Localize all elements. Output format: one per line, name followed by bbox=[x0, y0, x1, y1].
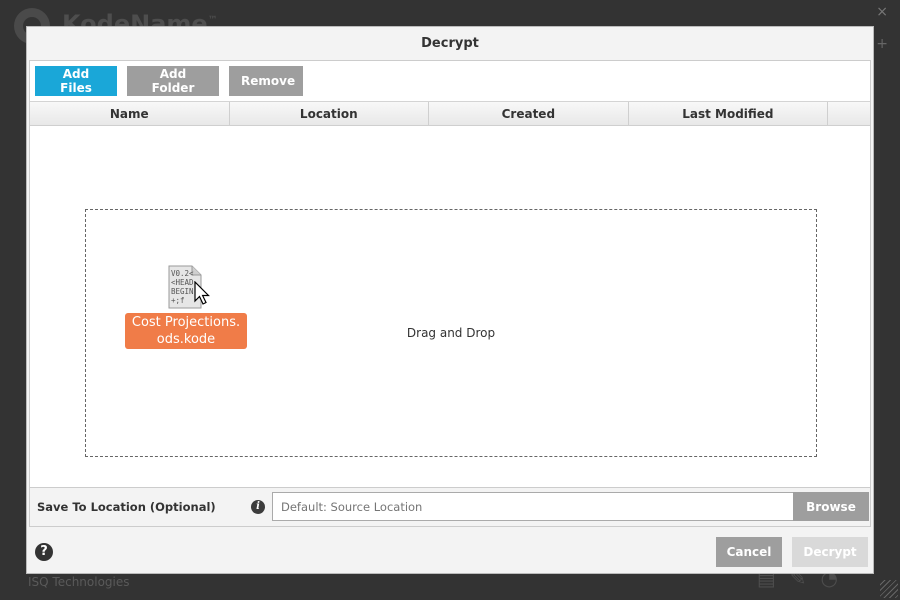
app-footer-text: ISQ Technologies bbox=[28, 575, 130, 589]
app-close-icon[interactable]: × bbox=[876, 4, 888, 20]
save-location-label: Save To Location (Optional) bbox=[37, 500, 216, 514]
toolbar: Add Files Add Folder Remove bbox=[35, 66, 303, 96]
column-header-created[interactable]: Created bbox=[429, 102, 629, 125]
add-folder-button[interactable]: Add Folder bbox=[127, 66, 219, 96]
help-icon[interactable]: ? bbox=[35, 543, 53, 561]
remove-button[interactable]: Remove bbox=[229, 66, 303, 96]
add-files-button[interactable]: Add Files bbox=[35, 66, 117, 96]
resize-grip-icon[interactable] bbox=[880, 580, 898, 598]
mouse-cursor-icon bbox=[194, 281, 210, 305]
file-list-panel: Add Files Add Folder Remove Name Locatio… bbox=[29, 60, 871, 512]
info-icon[interactable]: i bbox=[251, 500, 265, 514]
browse-button[interactable]: Browse bbox=[793, 492, 869, 521]
app-plus-icon[interactable]: + bbox=[876, 36, 888, 52]
dialog-title: Decrypt bbox=[421, 36, 479, 51]
column-header-name[interactable]: Name bbox=[30, 102, 230, 125]
file-name-line-1: Cost Projections. bbox=[131, 315, 241, 330]
dragged-file-label: Cost Projections. ods.kode bbox=[125, 313, 247, 349]
save-location-row: Save To Location (Optional) i Browse bbox=[29, 487, 871, 527]
decrypt-dialog: Decrypt Add Files Add Folder Remove Name… bbox=[26, 26, 874, 574]
column-header-location[interactable]: Location bbox=[230, 102, 430, 125]
file-name-line-2: ods.kode bbox=[156, 332, 216, 347]
decrypt-button[interactable]: Decrypt bbox=[792, 537, 868, 567]
column-header-last-modified[interactable]: Last Modified bbox=[629, 102, 829, 125]
save-location-input[interactable] bbox=[272, 492, 794, 521]
cancel-button[interactable]: Cancel bbox=[716, 537, 782, 567]
table-header: Name Location Created Last Modified bbox=[30, 101, 870, 126]
column-header-extra bbox=[828, 102, 870, 125]
